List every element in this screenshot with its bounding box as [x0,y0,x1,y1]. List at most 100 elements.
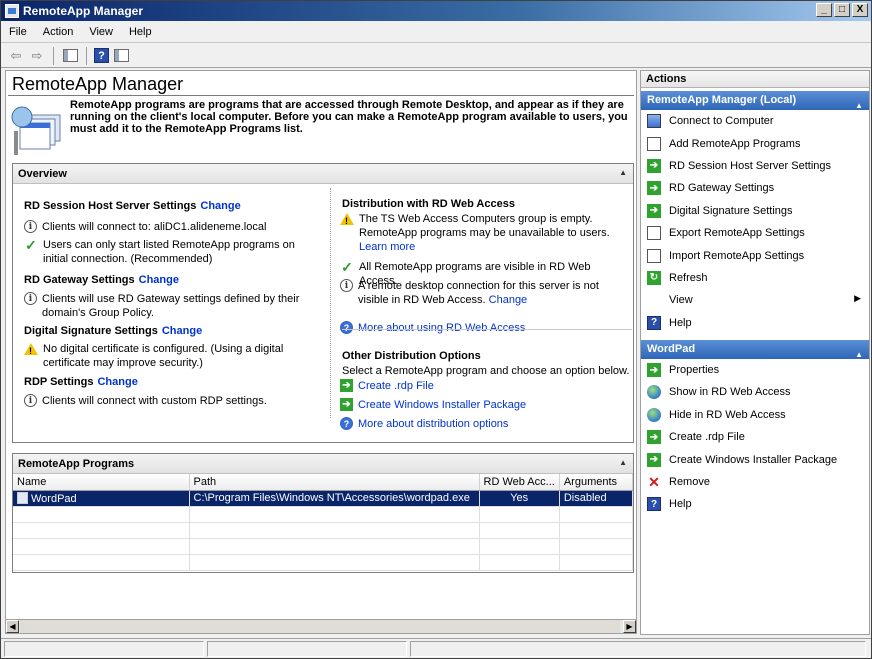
back-arrow-icon[interactable]: ⇦ [7,47,25,65]
show-hide-action-pane-icon[interactable] [112,47,130,65]
more-about-web-access[interactable]: ? More about using RD Web Access [340,321,630,335]
collapse-icon[interactable]: ▲ [619,168,627,177]
programs-header[interactable]: RemoteApp Programs ▲ [13,454,633,474]
overview-header[interactable]: Overview ▲ [13,164,633,184]
action-create-msi[interactable]: ➔ Create Windows Installer Package [641,448,869,470]
action-label: Create .rdp File [669,431,745,444]
column-header-name[interactable]: Name [13,474,190,491]
action-connect-to-computer[interactable]: Connect to Computer [641,110,869,132]
menu-bar: File Action View Help [1,22,871,43]
action-create-rdp-file[interactable]: ➔ Create .rdp File [641,426,869,448]
collapse-icon[interactable]: ▲ [619,458,627,467]
program-web-access-cell[interactable]: Yes [479,490,560,507]
rdsh-listed-programs-info: ✓ Users can only start listed RemoteApp … [24,238,314,266]
remove-icon: ✕ [648,473,660,490]
more-about-distribution[interactable]: ? More about distribution options [340,417,630,431]
app-icon [5,4,19,18]
green-arrow-icon: ➔ [647,363,661,378]
action-label: Hide in RD Web Access [669,408,786,421]
action-show-in-web-access[interactable]: Show in RD Web Access [641,381,869,403]
show-hide-console-tree-icon[interactable] [61,47,79,65]
overview-panel: Overview ▲ RD Session Host Server Settin… [12,163,634,443]
help-icon[interactable]: ? [94,48,109,63]
more-about-distribution-link[interactable]: More about distribution options [358,417,508,431]
blank-icon [647,293,661,307]
wordpad-icon [17,491,28,504]
rdp-change-link[interactable]: Change [97,376,137,388]
menu-action[interactable]: Action [35,26,82,38]
forward-arrow-icon[interactable]: ⇨ [28,47,46,65]
gateway-change-link[interactable]: Change [139,274,179,286]
scroll-right-icon[interactable]: ▶ [623,620,636,633]
create-rdp-label[interactable]: Create .rdp File [358,379,434,393]
toolbar-separator [53,46,54,65]
status-cell [4,641,204,657]
program-arguments-cell[interactable]: Disabled [559,490,634,507]
column-header-arguments[interactable]: Arguments [559,474,634,491]
action-remove[interactable]: ✕ Remove [641,471,869,493]
create-msi-link[interactable]: ➔ Create Windows Installer Package [340,398,630,412]
rdsh-listed-programs-text: Users can only start listed RemoteApp pr… [43,239,295,265]
column-header-path[interactable]: Path [189,474,480,491]
more-about-web-access-link[interactable]: More about using RD Web Access [358,321,525,335]
rdsh-connect-text: Clients will connect to: aliDC1.alidenem… [42,221,267,233]
action-hide-in-web-access[interactable]: Hide in RD Web Access [641,404,869,426]
rdp-settings-title: RDP Settings [24,376,94,388]
info-icon: i [24,220,37,233]
minimize-button[interactable]: _ [816,3,832,17]
programs-title: RemoteApp Programs [18,457,135,470]
create-msi-label[interactable]: Create Windows Installer Package [358,398,526,412]
column-divider [330,188,331,418]
action-label: Properties [669,364,720,377]
action-label: Remove [669,476,710,489]
info-icon: i [340,279,353,292]
green-arrow-icon: ➔ [340,398,353,411]
action-signature-settings[interactable]: ➔ Digital Signature Settings [641,200,869,222]
scroll-thumb[interactable] [20,620,620,633]
action-gateway-settings[interactable]: ➔ RD Gateway Settings [641,177,869,199]
actions-group-local[interactable]: RemoteApp Manager (Local) ▲ [641,91,869,110]
program-name: WordPad [31,492,77,505]
rdsh-change-link[interactable]: Change [200,200,240,212]
rdp-settings-heading: RDP Settings Change [24,376,138,388]
close-button[interactable]: X [852,3,868,17]
info-icon: i [24,394,37,407]
remote-connection-info: i A remote desktop connection for this s… [340,279,630,307]
green-arrow-icon: ➔ [647,452,661,467]
actions-group-wordpad[interactable]: WordPad ▲ [641,339,869,359]
menu-file[interactable]: File [1,26,35,38]
menu-view[interactable]: View [81,26,121,38]
action-refresh[interactable]: ↻ Refresh [641,267,869,289]
action-help-wordpad[interactable]: ? Help [641,493,869,515]
table-row-empty [13,522,634,539]
program-path-cell[interactable]: C:\Program Files\Windows NT\Accessories\… [189,490,480,507]
action-add-remoteapp-programs[interactable]: Add RemoteApp Programs [641,132,869,154]
learn-more-link[interactable]: Learn more [359,241,415,253]
page-title: RemoteApp Manager [12,74,184,94]
scroll-left-icon[interactable]: ◀ [6,620,19,633]
action-import-settings[interactable]: Import RemoteApp Settings [641,244,869,266]
action-export-settings[interactable]: Export RemoteApp Settings [641,222,869,244]
table-row[interactable]: WordPad C:\Program Files\Windows NT\Acce… [13,490,634,507]
help-icon: ? [340,417,353,430]
restore-button[interactable]: □ [834,3,850,17]
create-rdp-link[interactable]: ➔ Create .rdp File [340,379,630,393]
remote-connection-change-link[interactable]: Change [489,294,528,306]
rdsh-settings-heading: RD Session Host Server Settings Change [24,200,241,212]
horizontal-scrollbar[interactable]: ◀ ▶ [5,619,637,634]
action-help[interactable]: ? Help [641,312,869,334]
action-properties[interactable]: ➔ Properties [641,359,869,381]
action-label: Import RemoteApp Settings [669,249,805,262]
signature-settings-title: Digital Signature Settings [24,325,158,337]
program-name-cell[interactable]: WordPad [13,490,190,507]
action-view[interactable]: View ▶ [641,289,869,311]
menu-help[interactable]: Help [121,26,160,38]
action-label: Add RemoteApp Programs [669,137,801,150]
web-access-warning-body: The TS Web Access Computers group is emp… [359,212,630,254]
signature-change-link[interactable]: Change [162,325,202,337]
signature-warning-text: No digital certificate is configured. (U… [43,343,284,369]
action-rdsh-settings[interactable]: ➔ RD Session Host Server Settings [641,155,869,177]
remoteapp-programs-icon [11,106,61,155]
column-header-web-access[interactable]: RD Web Acc... [479,474,560,491]
table-row-empty [13,538,634,555]
